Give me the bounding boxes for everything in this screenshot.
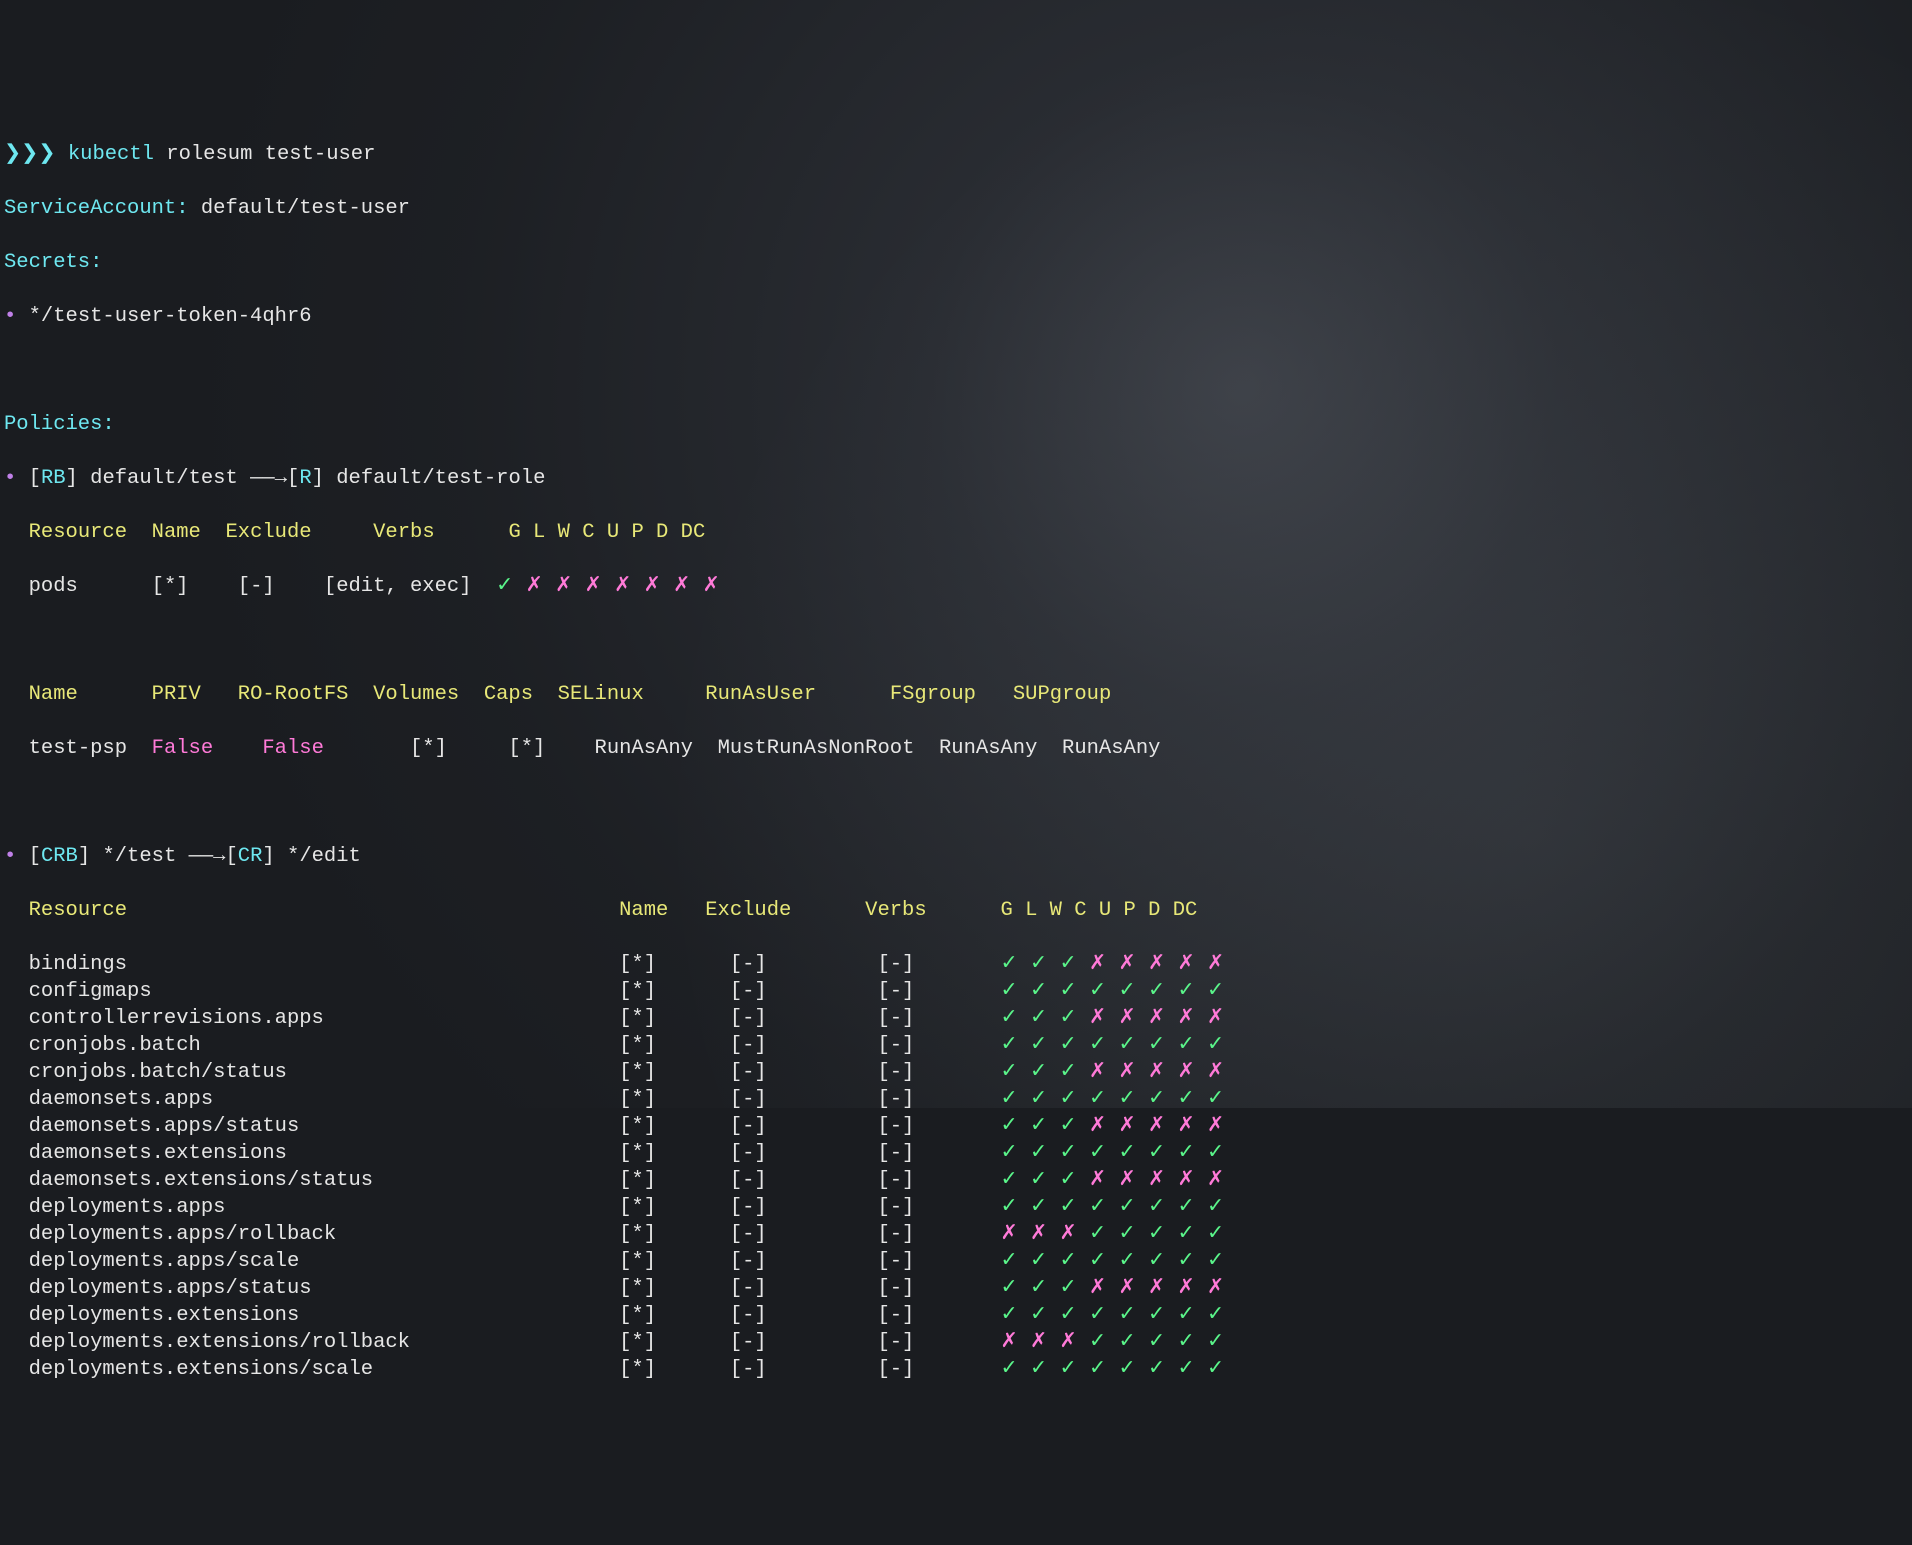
verbs-table-row: daemonsets.apps [*] [-] [-] ✓ ✓ ✓ ✓ ✓ ✓ … xyxy=(4,1086,1908,1113)
service-account-line: ServiceAccount: default/test-user xyxy=(4,195,1908,222)
verbs-table-row: bindings [*] [-] [-] ✓ ✓ ✓ ✗ ✗ ✗ ✗ ✗ xyxy=(4,951,1908,978)
verbs-table-row: deployments.apps/status [*] [-] [-] ✓ ✓ … xyxy=(4,1275,1908,1302)
verbs-table-row: deployments.apps [*] [-] [-] ✓ ✓ ✓ ✓ ✓ ✓… xyxy=(4,1194,1908,1221)
bullet-icon: • xyxy=(4,845,16,868)
verbs-table-row: controllerrevisions.apps [*] [-] [-] ✓ ✓… xyxy=(4,1005,1908,1032)
role-name: */edit xyxy=(287,845,361,868)
binding-kind: RB xyxy=(41,467,66,490)
verbs-table-header: Resource Name Exclude Verbs G L W C U P … xyxy=(4,519,1908,546)
arrow-icon: ——→ xyxy=(250,467,287,490)
secret-name: */test-user-token-4qhr6 xyxy=(29,305,312,328)
binding-line: • [RB] default/test ——→[R] default/test-… xyxy=(4,465,1908,492)
verbs-table-row: deployments.extensions/scale [*] [-] [-]… xyxy=(4,1356,1908,1383)
sa-value: default/test-user xyxy=(201,197,410,220)
secrets-header: Secrets: xyxy=(4,249,1908,276)
sa-label: ServiceAccount: xyxy=(4,197,189,220)
binding-line: • [CRB] */test ——→[CR] */edit xyxy=(4,843,1908,870)
arrow-icon: ——→ xyxy=(189,845,226,868)
binding-name: default/test xyxy=(90,467,238,490)
verbs-table-row: daemonsets.apps/status [*] [-] [-] ✓ ✓ ✓… xyxy=(4,1113,1908,1140)
verbs-table-row: deployments.extensions [*] [-] [-] ✓ ✓ ✓… xyxy=(4,1302,1908,1329)
command-name: kubectl xyxy=(68,143,154,166)
psp-table-row: test-psp False False [*] [*] RunAsAny Mu… xyxy=(4,735,1908,762)
verbs-table-row: daemonsets.extensions [*] [-] [-] ✓ ✓ ✓ … xyxy=(4,1140,1908,1167)
terminal-output[interactable]: ❯❯❯ kubectl rolesum test-user ServiceAcc… xyxy=(4,114,1908,1410)
verbs-table-row: deployments.apps/rollback [*] [-] [-] ✗ … xyxy=(4,1221,1908,1248)
verbs-table-row: deployments.apps/scale [*] [-] [-] ✓ ✓ ✓… xyxy=(4,1248,1908,1275)
secrets-label: Secrets: xyxy=(4,251,102,274)
role-kind: R xyxy=(299,467,311,490)
secrets-item: • */test-user-token-4qhr6 xyxy=(4,303,1908,330)
verbs-table-row: cronjobs.batch/status [*] [-] [-] ✓ ✓ ✓ … xyxy=(4,1059,1908,1086)
prompt-line: ❯❯❯ kubectl rolesum test-user xyxy=(4,141,1908,168)
verbs-table-row: configmaps [*] [-] [-] ✓ ✓ ✓ ✓ ✓ ✓ ✓ ✓ xyxy=(4,978,1908,1005)
role-name: default/test-role xyxy=(336,467,545,490)
policies-header: Policies: xyxy=(4,411,1908,438)
verbs-table-row: pods [*] [-] [edit, exec] ✓ ✗ ✗ ✗ ✗ ✗ ✗ … xyxy=(4,573,1908,600)
psp-table-header: Name PRIV RO-RootFS Volumes Caps SELinux… xyxy=(4,681,1908,708)
binding-name: */test xyxy=(102,845,176,868)
bullet-icon: • xyxy=(4,467,16,490)
prompt-arrows-icon: ❯❯❯ xyxy=(4,143,56,166)
policies-label: Policies: xyxy=(4,413,115,436)
role-kind: CR xyxy=(238,845,263,868)
command-args: rolesum test-user xyxy=(166,143,375,166)
binding-kind: CRB xyxy=(41,845,78,868)
verbs-table-row: cronjobs.batch [*] [-] [-] ✓ ✓ ✓ ✓ ✓ ✓ ✓… xyxy=(4,1032,1908,1059)
verbs-table-header: Resource Name Exclude Verbs G L W C U P … xyxy=(4,897,1908,924)
verbs-table-row: daemonsets.extensions/status [*] [-] [-]… xyxy=(4,1167,1908,1194)
bullet-icon: • xyxy=(4,305,16,328)
verbs-table-row: deployments.extensions/rollback [*] [-] … xyxy=(4,1329,1908,1356)
